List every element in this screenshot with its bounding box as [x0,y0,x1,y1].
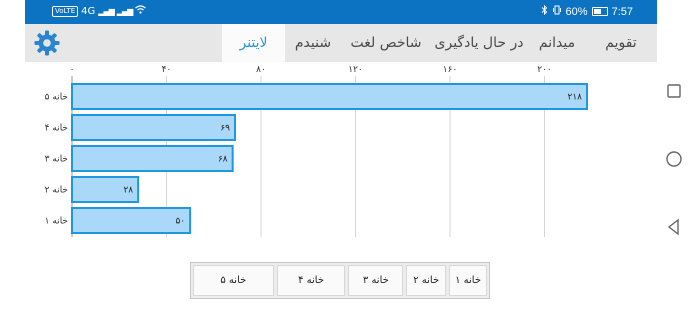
tab-toolbar: لایتنر شنیدم شاخص لغت در حال یادگیری مید… [25,24,657,62]
y-category-label: خانه ۳ [45,155,68,165]
signal-icon: ▂▄▆ [98,6,115,16]
x-tick-label: ۲۰۰ [537,65,552,75]
x-tick-label: ۸۰ [256,65,266,75]
volte-badge: VoLTE [52,5,79,17]
bar [71,207,192,234]
bar [71,114,237,141]
wifi-icon [135,5,147,17]
network-type: 4G [81,5,96,17]
tab-learning[interactable]: در حال یادگیری [433,24,525,62]
leitner-content: ۰ ۴۰ ۸۰ ۱۲۰ ۱۶۰ ۲۰۰ ۲۱۸ خانه ۵ ۶۹ خانه ۴ ۶۸ خانه ۳ ۲… [25,62,657,318]
battery-percent: 60% [565,5,588,18]
status-right: 60% 7:57 [541,4,633,18]
bar-value-label: ۶۹ [220,124,230,134]
bar-value-label: ۲۸ [123,186,133,196]
x-tick-label: ۱۶۰ [443,65,458,75]
app-screen: VoLTE 4G ▂▄▆ ▂▄▆ 60% 7:57 لایتنر شنیدم ش… [25,0,657,318]
tab-leitner[interactable]: لایتنر [222,24,285,62]
bar-value-label: ۵۰ [175,217,185,227]
box-legend: خانه ۱ خانه ۲ خانه ۳ خانه ۴ خانه ۵ [190,262,490,299]
x-tick-label: ۱۲۰ [348,65,363,75]
circle-icon[interactable] [664,149,684,169]
legend-item[interactable]: خانه ۵ [193,265,274,296]
gear-icon[interactable] [32,29,62,57]
signal-icon-2: ▂▄▆ [116,6,134,16]
clock: 7:57 [611,5,633,18]
bar [71,83,589,110]
triangle-back-icon[interactable] [664,217,684,237]
bar [71,145,234,172]
bluetooth-icon [541,4,548,18]
y-category-label: خانه ۱ [45,217,68,227]
tab-word-index[interactable]: شاخص لغت [343,24,429,62]
tab-calendar[interactable]: تقویم [590,24,652,62]
square-icon[interactable] [664,81,684,101]
legend-item[interactable]: خانه ۴ [276,265,346,296]
y-category-label: خانه ۴ [45,124,68,134]
status-left: VoLTE 4G ▂▄▆ ▂▄▆ [52,5,147,17]
status-bar: VoLTE 4G ▂▄▆ ▂▄▆ 60% 7:57 [25,0,657,24]
legend-item[interactable]: خانه ۳ [348,265,404,296]
leitner-bar-chart: ۰ ۴۰ ۸۰ ۱۲۰ ۱۶۰ ۲۰۰ ۲۱۸ خانه ۵ ۶۹ خانه ۴ ۶۸ خانه ۳ ۲… [45,65,589,237]
vibrate-icon [552,5,562,18]
legend-item[interactable]: خانه ۱ [449,265,487,296]
bar-value-label: ۲۱۸ [568,93,583,103]
x-tick-label: ۰ [70,65,75,75]
bar-value-label: ۶۸ [218,155,228,165]
legend-item[interactable]: خانه ۲ [406,265,447,296]
system-nav-bar [657,0,690,318]
y-category-label: خانه ۵ [45,93,68,103]
y-category-label: خانه ۲ [45,186,68,196]
tab-known[interactable]: میدانم [527,24,587,62]
x-tick-label: ۴۰ [162,65,172,75]
tab-heard[interactable]: شنیدم [287,24,339,62]
battery-icon [591,7,608,16]
